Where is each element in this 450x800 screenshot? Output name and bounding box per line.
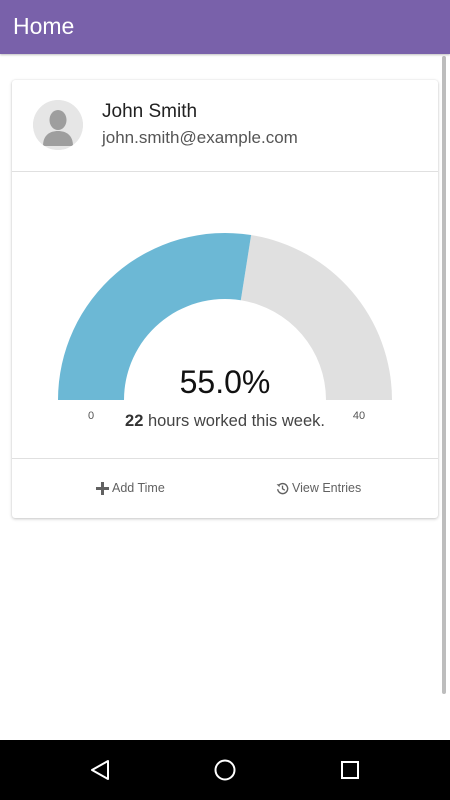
profile-header: John Smith john.smith@example.com	[12, 80, 438, 171]
back-triangle-icon[interactable]	[85, 755, 115, 785]
card-actions: Add Time View Entries	[12, 458, 438, 518]
app-bar: Home	[0, 0, 450, 54]
gauge-percent-label: 55.0%	[180, 364, 271, 400]
content-area[interactable]: John Smith john.smith@example.com 55.0% …	[0, 54, 450, 740]
user-name: John Smith	[102, 101, 198, 122]
view-entries-button[interactable]: View Entries	[276, 476, 361, 500]
user-avatar-icon	[33, 100, 83, 150]
home-circle-icon[interactable]	[210, 755, 240, 785]
plus-icon	[96, 481, 109, 495]
system-nav-bar	[0, 740, 450, 800]
app-title: Home	[13, 13, 75, 39]
hours-value: 22	[125, 412, 144, 430]
hours-text: hours worked this week.	[143, 412, 325, 430]
scrollbar[interactable]	[442, 56, 446, 694]
add-time-label: Add Time	[112, 481, 165, 495]
hours-gauge: 55.0% 0 40	[12, 200, 438, 422]
divider	[12, 171, 438, 172]
view-entries-label: View Entries	[292, 481, 362, 495]
history-icon	[276, 482, 289, 495]
user-email: john.smith@example.com	[102, 128, 298, 147]
hours-summary: 22 hours worked this week.	[12, 412, 438, 431]
hours-card: John Smith john.smith@example.com 55.0% …	[12, 80, 438, 518]
screen: Home John Smith john.smith@example.com 5…	[0, 0, 450, 800]
add-time-button[interactable]: Add Time	[96, 476, 165, 500]
recents-square-icon[interactable]	[335, 755, 365, 785]
